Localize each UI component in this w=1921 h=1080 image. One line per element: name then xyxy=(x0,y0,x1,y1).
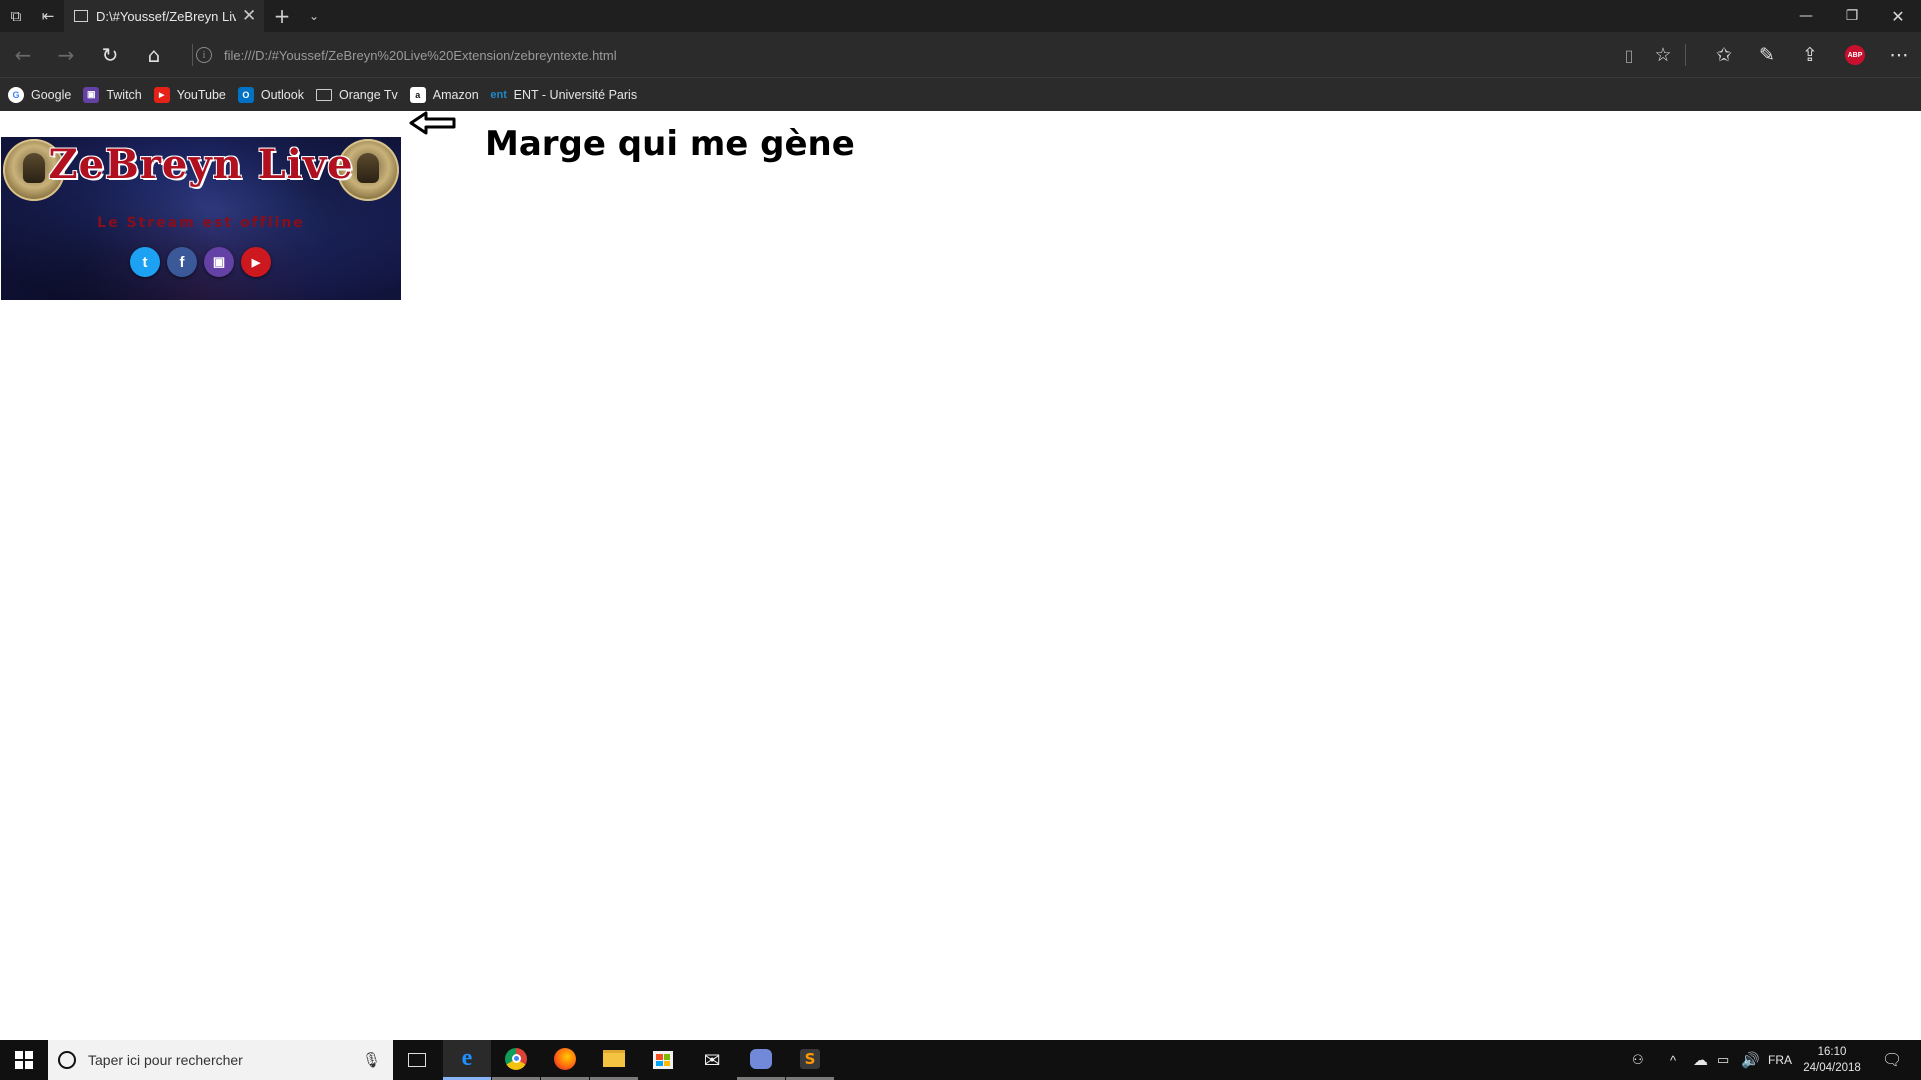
forward-icon[interactable]: → xyxy=(49,38,83,72)
tab-close-icon[interactable]: ✕ xyxy=(242,6,256,26)
toolbar-divider xyxy=(192,44,193,66)
banner-subtitle: Le Stream est offline xyxy=(97,215,305,231)
edge-taskbar-icon[interactable]: e xyxy=(443,1040,491,1080)
favorite-ent[interactable]: ent ENT - Université Paris xyxy=(490,87,638,103)
toolbar-divider xyxy=(1685,44,1686,66)
twitter-icon[interactable]: t xyxy=(130,247,160,277)
sublime-text-taskbar-icon[interactable]: S xyxy=(786,1040,834,1080)
outlook-icon: O xyxy=(237,86,254,103)
discord-taskbar-icon[interactable] xyxy=(737,1040,785,1080)
favorite-label: Outlook xyxy=(260,87,304,102)
favorite-label: Orange Tv xyxy=(338,87,398,102)
favorites-bar: G Google ▣ Twitch ▶ YouTube O Outlook Or… xyxy=(0,77,1921,111)
tab-preview-chevron-icon[interactable]: ⌄ xyxy=(298,0,330,32)
url-text[interactable]: file:///D:/#Youssef/ZeBreyn%20Live%20Ext… xyxy=(224,48,617,63)
youtube-icon: ▶ xyxy=(153,86,170,103)
favorite-twitch[interactable]: ▣ Twitch xyxy=(83,86,142,103)
onedrive-icon[interactable]: ☁ xyxy=(1693,1040,1708,1080)
clock-time: 16:10 xyxy=(1817,1046,1847,1058)
back-icon[interactable]: ← xyxy=(6,38,40,72)
favorite-outlook[interactable]: O Outlook xyxy=(237,86,304,103)
tv-icon xyxy=(315,88,332,101)
close-window-icon[interactable]: ✕ xyxy=(1875,0,1921,32)
tab-manager-icon[interactable]: ⧉ xyxy=(0,0,32,32)
microphone-icon[interactable]: 🎙 xyxy=(362,1051,381,1069)
favorite-amazon[interactable]: a Amazon xyxy=(409,86,479,103)
windows-logo-icon xyxy=(15,1051,33,1069)
twitch-icon: ▣ xyxy=(83,86,100,103)
favorite-label: YouTube xyxy=(176,87,226,102)
file-explorer-taskbar-icon[interactable] xyxy=(590,1040,638,1080)
adblock-plus-icon[interactable]: ABP xyxy=(1845,45,1865,65)
favorite-youtube[interactable]: ▶ YouTube xyxy=(153,86,226,103)
favorite-label: Twitch xyxy=(106,87,142,102)
tab-active[interactable]: D:\#Youssef/ZeBreyn Live Extension/zebre… xyxy=(64,0,264,32)
set-aside-tabs-icon[interactable]: ⇤ xyxy=(32,0,64,32)
address-bar[interactable]: i file:///D:/#Youssef/ZeBreyn%20Live%20E… xyxy=(196,40,1596,70)
language-indicator[interactable]: FRA xyxy=(1768,1040,1792,1080)
ent-icon: ent xyxy=(490,88,507,101)
network-icon[interactable]: ▭ xyxy=(1717,1040,1729,1080)
banner-image: ZeBreyn Live Le Stream est offline t f ▣… xyxy=(1,137,401,300)
favorite-star-icon[interactable]: ☆ xyxy=(1646,38,1680,72)
favorite-label: Amazon xyxy=(432,87,479,102)
favorite-label: Google xyxy=(31,87,72,102)
banner-title: ZeBreyn Live xyxy=(48,141,354,188)
task-view-icon[interactable] xyxy=(393,1040,441,1080)
page-heading: Marge qui me gène xyxy=(485,124,855,164)
info-icon[interactable]: i xyxy=(196,47,212,63)
google-icon: G xyxy=(8,86,24,103)
mail-taskbar-icon[interactable]: ✉ xyxy=(688,1040,736,1080)
twitch-icon[interactable]: ▣ xyxy=(204,247,234,277)
clock-date: 24/04/2018 xyxy=(1803,1062,1861,1074)
clock[interactable]: 16:10 24/04/2018 xyxy=(1790,1044,1874,1076)
cortana-icon xyxy=(58,1051,76,1069)
favorite-google[interactable]: G Google xyxy=(8,86,72,103)
tab-strip: ⧉ ⇤ D:\#Youssef/ZeBreyn Live Extension/z… xyxy=(0,0,1921,32)
show-hidden-icons-chevron[interactable]: ^ xyxy=(1670,1040,1676,1080)
more-menu-icon[interactable]: ⋯ xyxy=(1882,38,1916,72)
page-viewport: ZeBreyn Live Le Stream est offline t f ▣… xyxy=(0,111,1921,1040)
new-tab-icon[interactable]: + xyxy=(266,0,298,32)
windows-taskbar: Taper ici pour rechercher 🎙 e ✉ S ⚇ ^ ☁ … xyxy=(0,1040,1921,1080)
youtube-icon[interactable]: ▶ xyxy=(241,247,271,277)
chrome-taskbar-icon[interactable] xyxy=(492,1040,540,1080)
people-icon[interactable]: ⚇ xyxy=(1632,1040,1644,1080)
web-note-icon[interactable]: ✎ xyxy=(1750,38,1784,72)
favorite-orange-tv[interactable]: Orange Tv xyxy=(315,87,398,102)
search-placeholder: Taper ici pour rechercher xyxy=(88,1052,243,1068)
facebook-icon[interactable]: f xyxy=(167,247,197,277)
social-links: t f ▣ ▶ xyxy=(130,247,271,277)
minimize-icon[interactable]: — xyxy=(1783,0,1829,32)
amazon-icon: a xyxy=(409,86,426,103)
volume-icon[interactable]: 🔊 xyxy=(1741,1040,1760,1080)
navigation-bar: ← → ↻ ⌂ i file:///D:/#Youssef/ZeBreyn%20… xyxy=(0,32,1921,77)
restore-icon[interactable]: ❐ xyxy=(1829,0,1875,32)
share-icon[interactable]: ⇪ xyxy=(1793,38,1827,72)
reading-view-icon[interactable]: ▯ xyxy=(1612,38,1646,72)
action-center-icon[interactable]: 🗨 xyxy=(1882,1040,1902,1080)
favorite-label: ENT - Université Paris xyxy=(513,87,638,102)
firefox-taskbar-icon[interactable] xyxy=(541,1040,589,1080)
tab-title: D:\#Youssef/ZeBreyn Live Extension/zebre… xyxy=(96,8,236,24)
refresh-icon[interactable]: ↻ xyxy=(93,38,127,72)
taskbar-search[interactable]: Taper ici pour rechercher 🎙 xyxy=(48,1040,393,1080)
page-icon xyxy=(74,10,88,22)
left-arrow-icon xyxy=(409,111,456,135)
favorites-hub-icon[interactable]: ✩ xyxy=(1707,38,1741,72)
store-taskbar-icon[interactable] xyxy=(639,1040,687,1080)
start-button[interactable] xyxy=(0,1040,48,1080)
home-icon[interactable]: ⌂ xyxy=(137,38,171,72)
